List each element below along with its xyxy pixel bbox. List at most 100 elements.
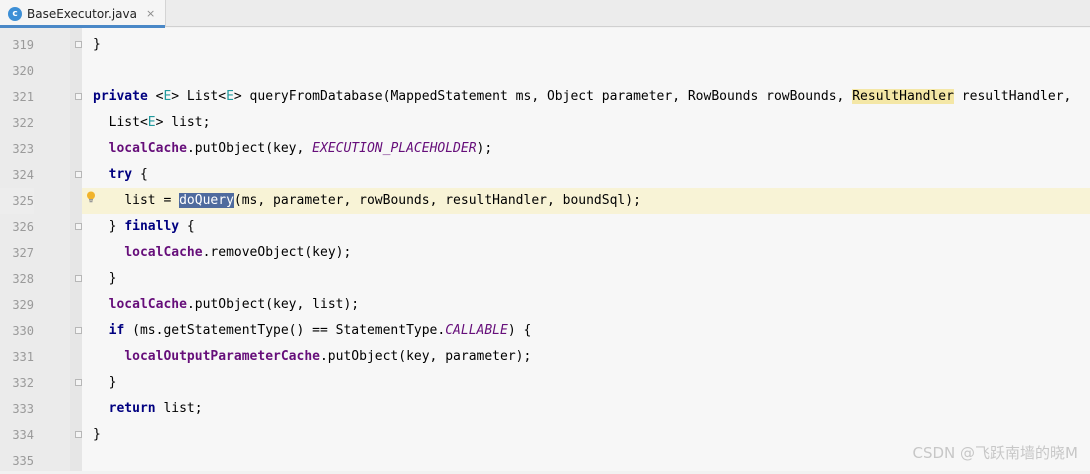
code-line[interactable]: private <E> List<E> queryFromDatabase(Ma… <box>82 84 1071 110</box>
code-line[interactable]: localCache.putObject(key, EXECUTION_PLAC… <box>82 136 493 162</box>
tab-base-executor[interactable]: c BaseExecutor.java × <box>0 0 167 28</box>
code-line[interactable]: } <box>82 370 117 396</box>
code-token: EXECUTION_PLACEHOLDER <box>312 141 477 156</box>
fold-marker-icon[interactable] <box>75 379 82 386</box>
java-class-icon: c <box>8 6 22 21</box>
line-number[interactable]: 323 <box>0 136 34 162</box>
code-token: } <box>93 37 101 52</box>
fold-marker-icon[interactable] <box>75 275 82 282</box>
code-token: > list; <box>155 115 211 130</box>
code-token: { <box>179 219 195 234</box>
code-token: } <box>93 427 101 442</box>
code-token: private <box>93 89 148 104</box>
code-token: ); <box>476 141 493 156</box>
code-token: localOutputParameterCache <box>124 349 320 364</box>
code-token: { <box>132 167 148 182</box>
code-token: return <box>108 401 156 416</box>
code-token: (ms.getStatementType() == StatementType. <box>124 323 446 338</box>
line-number[interactable]: 335 <box>0 448 34 474</box>
line-number[interactable]: 329 <box>0 292 34 318</box>
line-number[interactable]: 324 <box>0 162 34 188</box>
line-number[interactable]: 333 <box>0 396 34 422</box>
line-number[interactable]: 321 <box>0 84 34 110</box>
line-number[interactable]: 332 <box>0 370 34 396</box>
close-icon[interactable]: × <box>146 7 155 20</box>
line-number[interactable]: 320 <box>0 58 34 84</box>
fold-marker-icon[interactable] <box>75 327 82 334</box>
fold-marker-icon[interactable] <box>75 41 82 48</box>
line-number[interactable]: 330 <box>0 318 34 344</box>
line-number[interactable]: 331 <box>0 344 34 370</box>
fold-marker-icon[interactable] <box>75 223 82 230</box>
code-token: } <box>108 219 125 234</box>
line-number[interactable]: 325 <box>0 188 34 214</box>
code-token: E <box>147 115 156 130</box>
code-line[interactable]: localCache.putObject(key, list); <box>82 292 359 318</box>
code-line[interactable]: return list; <box>82 396 203 422</box>
code-line[interactable]: localCache.removeObject(key); <box>82 240 351 266</box>
code-token: E <box>226 89 234 104</box>
selected-token: doQuery <box>179 193 234 208</box>
code-token: finally <box>124 219 180 234</box>
code-token: localCache <box>108 141 187 156</box>
fold-marker-icon[interactable] <box>75 171 82 178</box>
code-line[interactable]: } finally { <box>82 214 195 240</box>
current-code-line[interactable]: list = doQuery(ms, parameter, rowBounds,… <box>82 188 1090 214</box>
code-token: .putObject(key, parameter); <box>319 349 532 364</box>
code-line[interactable] <box>82 448 93 471</box>
fold-marker-icon[interactable] <box>75 431 82 438</box>
code-line[interactable]: } <box>82 266 117 292</box>
code-token: > List< <box>171 89 227 104</box>
line-number[interactable]: 319 <box>0 32 34 58</box>
code-token: list; <box>155 401 203 416</box>
code-token: (ms, parameter, rowBounds, resultHandler… <box>233 193 641 208</box>
code-token: .removeObject(key); <box>202 245 352 260</box>
code-token: try <box>108 167 133 182</box>
code-token: > queryFromDatabase(MappedStatement ms, … <box>233 89 853 104</box>
code-line[interactable]: if (ms.getStatementType() == StatementTy… <box>82 318 532 344</box>
code-token: } <box>108 375 117 390</box>
code-token: ) { <box>507 323 532 338</box>
code-line[interactable] <box>82 58 93 84</box>
code-token: List< <box>108 115 148 130</box>
code-token: list = <box>124 193 180 208</box>
lightbulb-icon[interactable] <box>86 191 96 203</box>
code-token: if <box>108 323 125 338</box>
editor-tab-bar: c BaseExecutor.java × <box>0 0 1090 28</box>
line-number[interactable]: 326 <box>0 214 34 240</box>
code-line[interactable]: localOutputParameterCache.putObject(key,… <box>82 344 531 370</box>
watermark: CSDN @飞跃南墙的晓M <box>912 444 1078 462</box>
code-token: .putObject(key, list); <box>186 297 360 312</box>
code-line[interactable]: } <box>82 32 101 58</box>
code-editor[interactable]: } private <E> List<E> queryFromDatabase(M… <box>82 28 1090 471</box>
code-token: } <box>108 271 117 286</box>
line-number[interactable]: 327 <box>0 240 34 266</box>
line-number[interactable]: 328 <box>0 266 34 292</box>
code-token: resultHandler, <box>953 89 1072 104</box>
code-line[interactable]: } <box>82 422 101 448</box>
code-token: localCache <box>124 245 203 260</box>
code-token: .putObject(key, <box>186 141 313 156</box>
code-token: CALLABLE <box>445 323 508 338</box>
fold-marker-icon[interactable] <box>75 93 82 100</box>
line-number[interactable]: 322 <box>0 110 34 136</box>
code-token: localCache <box>108 297 187 312</box>
line-number[interactable]: 334 <box>0 422 34 448</box>
highlighted-token: ResultHandler <box>852 89 954 104</box>
code-line[interactable]: List<E> list; <box>82 110 211 136</box>
tab-label: BaseExecutor.java <box>27 6 137 21</box>
code-line[interactable]: try { <box>82 162 148 188</box>
